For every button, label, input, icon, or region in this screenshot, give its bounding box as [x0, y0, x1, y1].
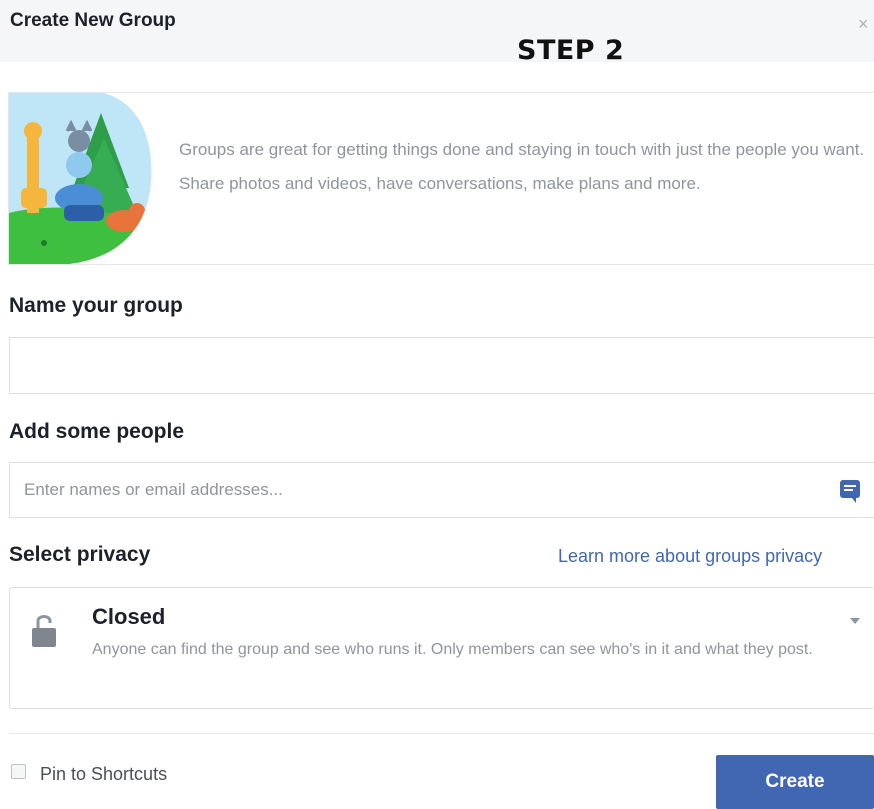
create-button[interactable]: Create	[716, 755, 874, 809]
people-section-label: Add some people	[9, 420, 185, 443]
learn-more-privacy-link[interactable]: Learn more about groups privacy	[558, 546, 822, 567]
add-people-field	[9, 462, 874, 518]
step-label: STEP 2	[517, 35, 625, 66]
contacts-icon[interactable]	[838, 478, 862, 504]
pin-to-shortcuts-label[interactable]: Pin to Shortcuts	[40, 764, 167, 785]
intro-panel: Groups are great for getting things done…	[8, 92, 874, 265]
add-people-input[interactable]	[10, 463, 874, 517]
privacy-option-title: Closed	[92, 604, 166, 629]
name-section-label: Name your group	[9, 294, 183, 317]
privacy-selector[interactable]: Closed Anyone can find the group and see…	[9, 587, 874, 709]
close-icon[interactable]: ×	[858, 14, 874, 34]
animals-illustration-icon	[9, 93, 152, 264]
pin-to-shortcuts-checkbox[interactable]	[11, 764, 26, 779]
privacy-option-description: Anyone can find the group and see who ru…	[92, 641, 813, 658]
dialog-header: Create New Group × STEP 2	[0, 0, 874, 66]
group-name-field	[9, 337, 874, 394]
intro-text: Groups are great for getting things done…	[179, 140, 865, 193]
lock-icon	[32, 615, 56, 647]
dialog-title: Create New Group	[10, 10, 176, 31]
chevron-down-icon[interactable]	[850, 618, 860, 624]
footer-divider	[9, 733, 874, 734]
group-name-input[interactable]	[10, 338, 874, 393]
privacy-section-label: Select privacy	[9, 543, 151, 566]
